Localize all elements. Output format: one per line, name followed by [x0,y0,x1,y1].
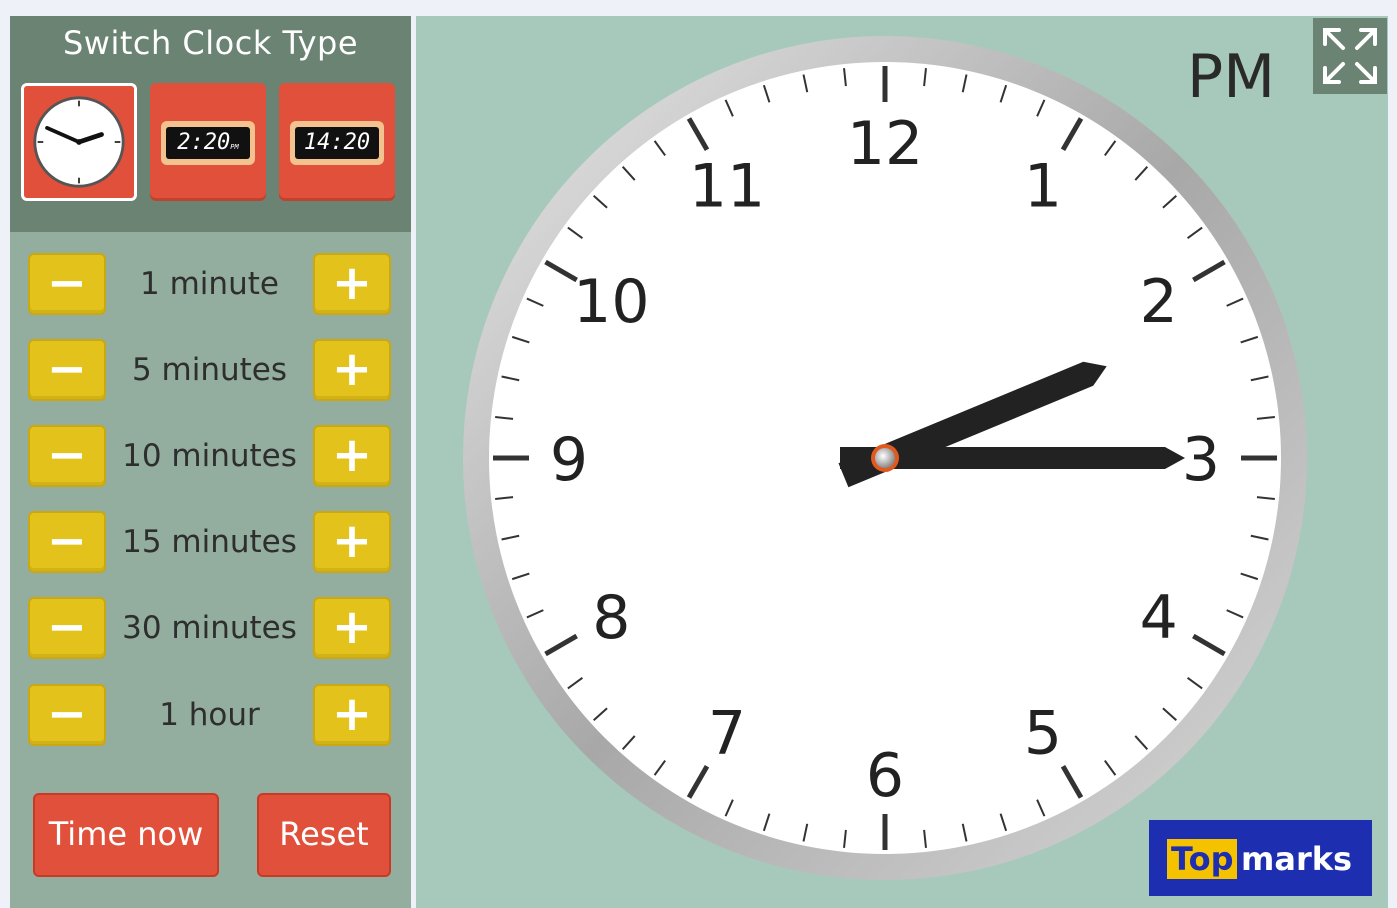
step-row-10-minutes: − 10 minutes + [28,425,394,489]
logo-top-text: Top [1167,839,1238,879]
logo-marks-text: marks [1241,840,1353,878]
analog-clock: 121234567891011 [463,36,1307,880]
plus-30-minutes-button[interactable]: + [313,597,391,659]
clock-display-area: 12 1 2 3 4 5 6 7 8 9 10 11 PM Top marks [416,16,1388,908]
clock-pivot-cap [875,448,895,468]
clock-number-5: 5 [1024,699,1062,769]
digital-24h-icon: 14:20 [290,121,384,165]
clock-number-12: 12 [847,109,923,179]
minus-15-minutes-button[interactable]: − [28,511,106,573]
topmarks-logo[interactable]: Top marks [1149,820,1372,896]
step-label: 1 minute [140,266,279,302]
step-row-15-minutes: − 15 minutes + [28,511,394,575]
plus-15-minutes-button[interactable]: + [313,511,391,573]
reset-button[interactable]: Reset [257,793,391,877]
minus-10-minutes-button[interactable]: − [28,425,106,487]
plus-1-minute-button[interactable]: + [313,253,391,315]
step-row-1-minute: − 1 minute + [28,253,394,317]
clock-number-1: 1 [1024,151,1062,221]
step-label: 10 minutes [122,438,297,474]
plus-10-minutes-button[interactable]: + [313,425,391,487]
switch-clock-type-section: Switch Clock Type 2:20PM 14:20 [10,16,411,232]
digital-12h-time: 2:20 [177,130,231,155]
digital-12h-type-button[interactable]: 2:20PM [150,83,266,201]
switch-clock-type-title: Switch Clock Type [62,24,359,62]
digital-24h-time: 14:20 [295,127,379,159]
step-row-5-minutes: − 5 minutes + [28,339,394,403]
minus-1-minute-button[interactable]: − [28,253,106,315]
step-row-30-minutes: − 30 minutes + [28,597,394,661]
minus-30-minutes-button[interactable]: − [28,597,106,659]
digital-12h-icon: 2:20PM [161,121,255,165]
clock-number-8: 8 [592,583,630,653]
step-label: 5 minutes [131,352,288,388]
step-label: 1 hour [159,697,260,733]
step-label: 15 minutes [122,524,297,560]
clock-number-3: 3 [1182,425,1220,495]
fullscreen-button[interactable] [1313,18,1387,94]
analog-clock-type-button[interactable] [21,83,137,201]
clock-number-11: 11 [689,151,765,221]
digital-12h-suffix: PM [230,143,239,151]
plus-5-minutes-button[interactable]: + [313,339,391,401]
step-row-1-hour: − 1 hour + [28,684,394,748]
digital-24h-type-button[interactable]: 14:20 [279,83,395,201]
clock-number-4: 4 [1140,583,1178,653]
control-panel: Switch Clock Type 2:20PM 14:20 − 1 minut… [10,16,411,908]
clock-app: Switch Clock Type 2:20PM 14:20 − 1 minut… [10,16,1388,908]
step-label: 30 minutes [122,610,297,646]
am-pm-indicator: PM [1187,42,1275,112]
clock-number-7: 7 [708,699,746,769]
clock-number-10: 10 [573,267,649,337]
time-now-button[interactable]: Time now [33,793,219,877]
minus-5-minutes-button[interactable]: − [28,339,106,401]
plus-1-hour-button[interactable]: + [313,684,391,746]
fullscreen-icon [1323,28,1377,84]
clock-number-9: 9 [550,425,588,495]
analog-clock-icon [33,96,125,188]
clock-number-2: 2 [1140,267,1178,337]
minus-1-hour-button[interactable]: − [28,684,106,746]
clock-number-6: 6 [866,741,904,811]
